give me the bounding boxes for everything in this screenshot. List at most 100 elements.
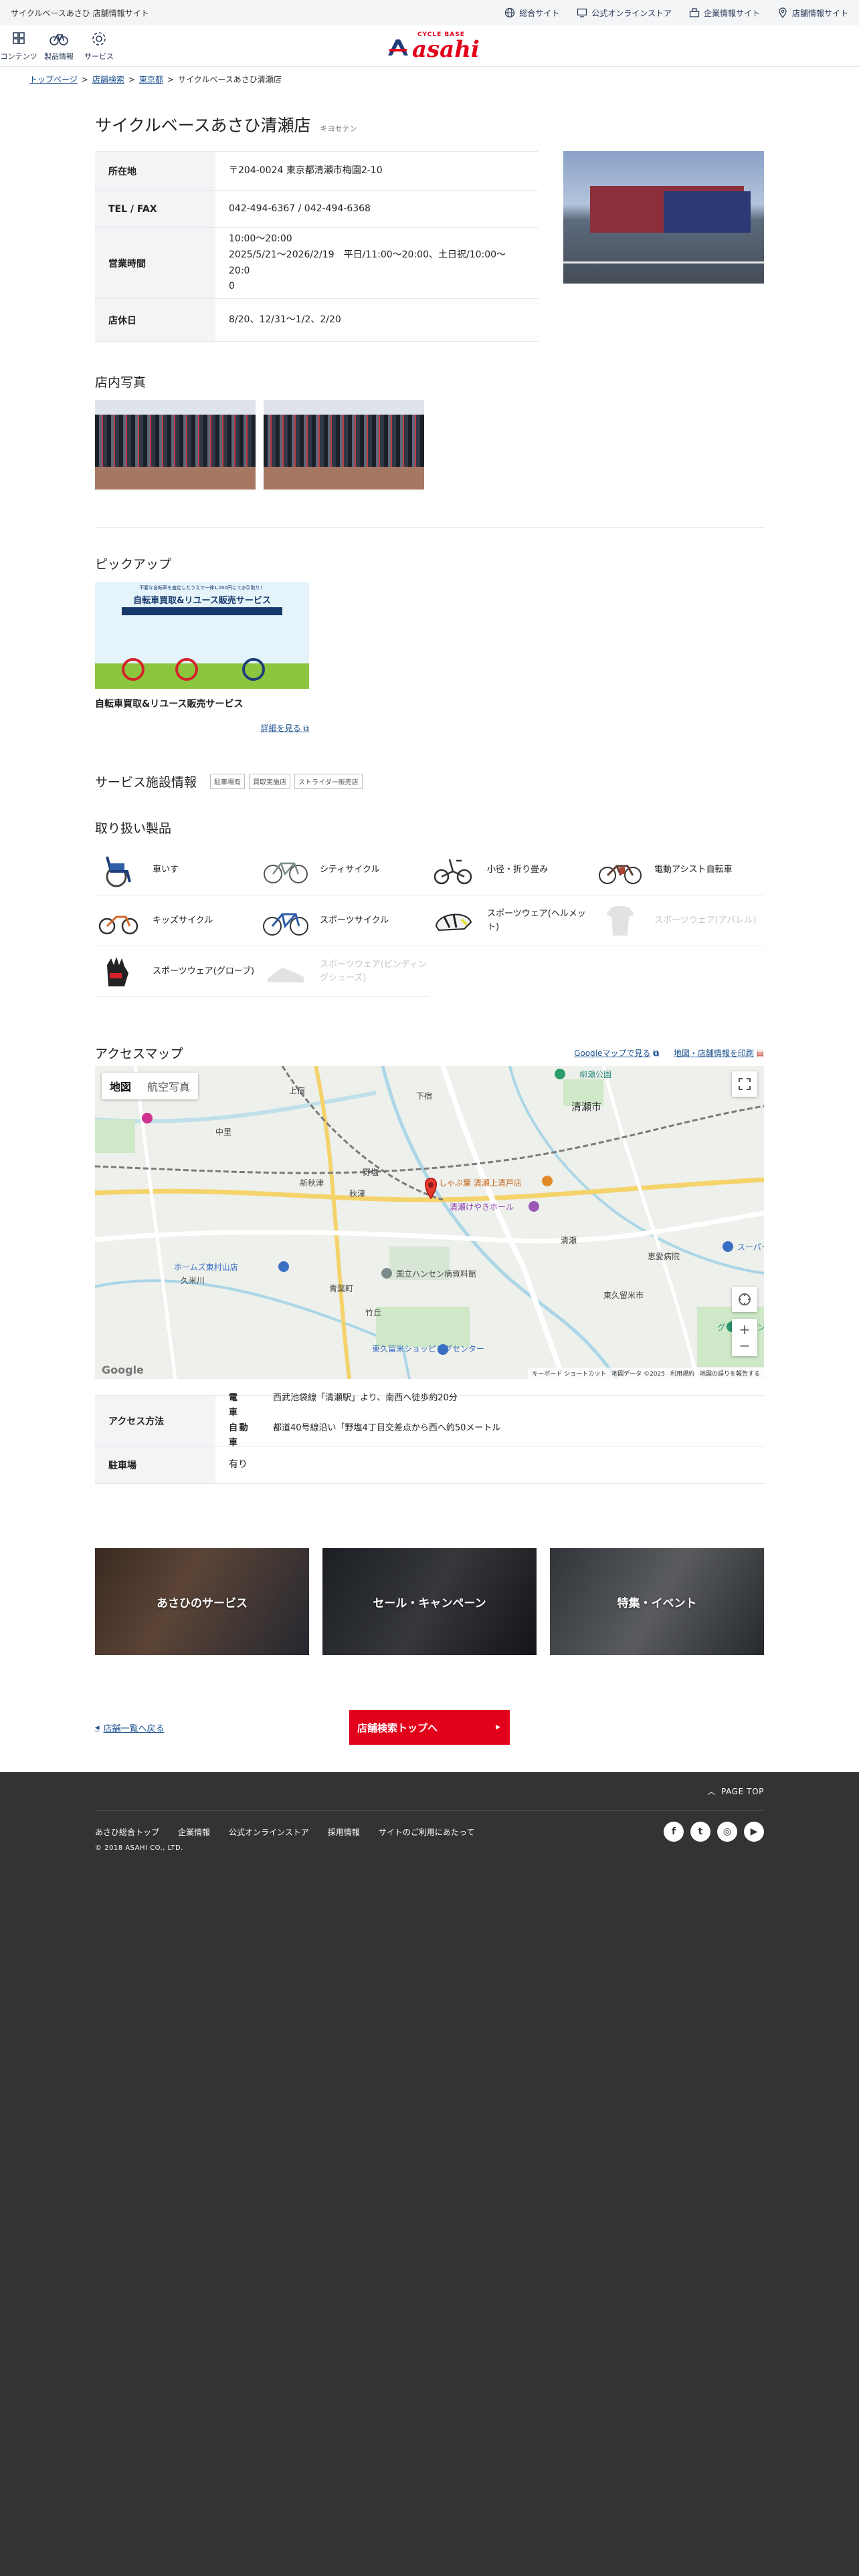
product-city-bike: シティサイクル [262,845,430,895]
facebook-icon[interactable]: f [664,1822,684,1842]
top-link-shops[interactable]: 店舗情報サイト [777,7,848,19]
map-label: スーパー [737,1243,764,1252]
product-kids-bike: キッズサイクル [95,895,262,946]
products-grid: 車いす シティサイクル 小径・折り畳み 電動アシスト自転車 キッズサイクル スポ… [95,845,764,997]
banner-services[interactable]: あさひのサービス [95,1548,309,1655]
interior-photo[interactable] [264,400,424,490]
shop-search-top-button[interactable]: 店舗検索トップへ ▶ [349,1710,510,1745]
footer-link[interactable]: 公式オンラインストア [229,1826,309,1838]
feature-banners: あさひのサービス セール・キャンペーン 特集・イベント [95,1548,764,1655]
shop-title: サイクルベースあさひ清瀬店 キヨセテン [95,112,764,136]
top-link-store[interactable]: 公式オンラインストア [577,7,672,19]
shop-exterior-photo [563,151,764,284]
map-label: 柳瀬公園 [579,1070,612,1079]
shirt-icon [606,905,634,936]
keyboard-shortcuts-link[interactable]: キーボード ショートカット [532,1369,606,1378]
nav-products-button[interactable]: 製品情報 [40,29,78,62]
bottom-nav: ◂ 店舗一覧へ戻る 店舗検索トップへ ▶ [95,1710,764,1745]
map-tab-satellite[interactable]: 航空写真 [139,1073,198,1099]
footer-link[interactable]: サイトのご利用にあたって [379,1826,474,1838]
kids-bike-icon [98,916,138,934]
pickup-title: 自転車買取&リユース販売サービス [95,699,244,710]
top-link-general[interactable]: 総合サイト [504,7,559,19]
fullscreen-button[interactable] [732,1071,757,1097]
map-label: 下宿 [416,1091,433,1101]
report-error-link[interactable]: 地図の誤りを報告する [700,1369,760,1378]
product-e-bike: 電動アシスト自転車 [597,845,764,895]
shop-info-table: 所在地 〒204-0024 東京都清瀬市梅園2-10 TEL / FAX 042… [95,151,538,342]
helmet-icon [435,914,472,931]
zoom-in-button[interactable]: + [739,1321,751,1337]
map-label: 清瀬 [561,1236,577,1245]
terms-link[interactable]: 利用規約 [670,1369,694,1378]
page-top-button[interactable]: ︿ PAGE TOP [95,1772,764,1811]
access-map[interactable]: 清瀬市 上宿 下宿 柳瀬公園 中里 野塩 新秋津 秋津 しゃぶ葉 清瀬上清戸店 … [95,1066,764,1379]
print-icon: ▤ [756,1049,764,1058]
site-title: サイクルベースあさひ 店舗情報サイト [11,8,149,18]
map-label: 国立ハンセン病資料館 [396,1269,477,1279]
breadcrumb: トップページ > 店舗検索 > 東京都 > サイクルベースあさひ清瀬店 [29,75,282,84]
photos-heading: 店内写真 [95,375,147,390]
external-link-icon: ⧉ [303,724,309,733]
breadcrumb-current: サイクルベースあさひ清瀬店 [177,75,282,84]
product-sports-bike: スポーツサイクル [262,895,430,946]
product-glove: スポーツウェア(グローブ) [95,946,262,997]
products-heading: 取り扱い製品 [95,821,172,836]
banner-sale[interactable]: セール・キャンペーン [322,1548,537,1655]
banner-events[interactable]: 特集・イベント [550,1548,764,1655]
footer-link[interactable]: あさひ総合トップ [95,1826,159,1838]
interior-photo[interactable] [95,400,256,490]
city-bike-icon [264,862,308,883]
nav-contents-button[interactable]: コンテンツ [0,29,37,62]
social-links: f t ◎ ▶ [664,1822,764,1842]
twitter-icon[interactable]: t [690,1822,710,1842]
map-label: 中里 [215,1128,232,1137]
divider [95,527,764,528]
top-link-corporate[interactable]: 企業情報サイト [689,7,760,19]
product-wheelchair: 車いす [95,845,262,895]
shop-kana: キヨセテン [320,124,357,133]
map-label: ホームズ東村山店 [174,1263,238,1272]
map-label: しゃぶ葉 清瀬上清戸店 [439,1178,522,1188]
google-logo: Google [102,1364,144,1376]
access-heading: アクセスマップ [95,1047,183,1061]
footer-link[interactable]: 企業情報 [178,1826,210,1838]
chevron-right-icon: ▶ [496,1724,500,1731]
breadcrumb-tokyo[interactable]: 東京都 [139,75,163,84]
zoom-control: + − [732,1319,757,1356]
page-title: サイクルベースあさひ清瀬店 [95,116,311,135]
print-link[interactable]: 地図・店舗情報を印刷 ▤ [674,1047,764,1059]
footer-link[interactable]: 採用情報 [328,1826,360,1838]
product-shoes: スポーツウェア(ビンディングシューズ) [262,946,430,997]
sports-bike-icon [263,913,308,936]
top-bar: サイクルベースあさひ 店舗情報サイト 総合サイト 公式オンラインストア 企業情報… [0,0,859,25]
services-row: サービス施設情報 駐車場有 買取実施店 ストライダー販売店 [95,772,764,790]
breadcrumb-top[interactable]: トップページ [29,75,78,84]
zoom-out-button[interactable]: − [739,1337,751,1354]
asahi-logo[interactable]: CYCLE BASE asahi [387,32,480,61]
map-label: 上宿 [289,1086,306,1095]
map-type-toggle: 地図 航空写真 [102,1073,199,1099]
product-helmet: スポーツウェア(ヘルメット) [430,895,597,946]
interior-photos [95,400,764,490]
google-maps-link[interactable]: Googleマップで見る ⧉ [574,1047,659,1059]
instagram-icon[interactable]: ◎ [717,1822,737,1842]
logo-mark-icon [388,39,408,56]
pickup-card[interactable]: 不要な自転車を査定したうえで一律1,000円にてお引取り！ 自転車買取&リユース… [95,582,309,734]
top-links: 総合サイト 公式オンラインストア 企業情報サイト 店舗情報サイト [504,7,848,19]
youtube-icon[interactable]: ▶ [744,1822,764,1842]
building-icon [689,8,700,17]
map-label: 青葉町 [329,1284,354,1293]
access-row-method: アクセス方法 電 車西武池袋線「清瀬駅」より、南西へ徒歩約20分 自動車 都道40… [95,1393,764,1448]
nav-service-button[interactable]: サービス [80,29,118,62]
service-tag: 駐車場有 [210,774,246,789]
map-tab-map[interactable]: 地図 [102,1073,139,1099]
breadcrumb-search[interactable]: 店舗検索 [92,75,124,84]
e-bike-icon [599,865,642,884]
access-row-parking: 駐車場 有り [95,1446,764,1484]
bicycle-icon [50,34,68,45]
back-to-list-link[interactable]: ◂ 店舗一覧へ戻る [95,1721,349,1734]
pickup-more-link[interactable]: 詳細を見る ⧉ [95,722,309,734]
map-label: 東久留米ショッピングセンター [372,1344,485,1354]
pegman-button[interactable] [732,1287,757,1312]
